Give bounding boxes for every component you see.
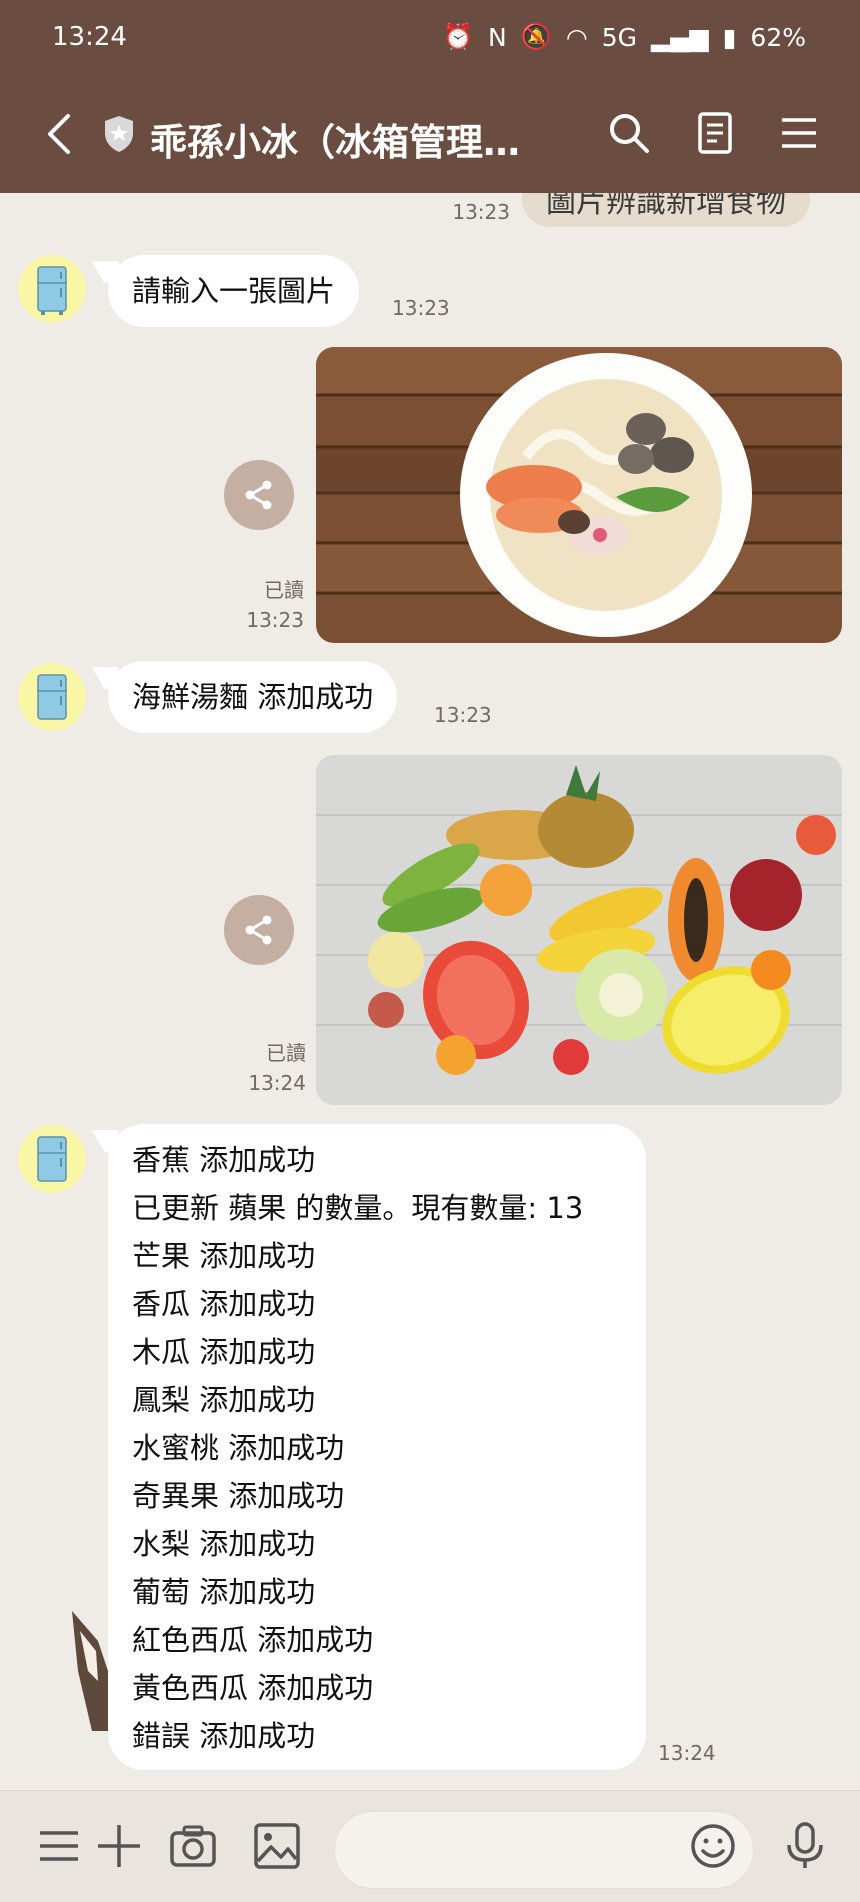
share-button[interactable] [224,895,294,965]
list-item: 鳳梨 添加成功 [132,1383,316,1417]
chat-title: 乖孫小冰（冰箱管理系… [150,121,550,164]
verified-shield-icon [105,116,133,152]
fruits-photo[interactable] [316,755,842,1105]
battery-icon: ▮ [722,22,737,52]
bot-message-time: 13:23 [434,703,492,727]
list-item: 香瓜 添加成功 [132,1287,316,1321]
fridge-icon [37,674,67,720]
bot-message-time: 13:23 [392,296,450,320]
microphone-icon[interactable] [780,1821,830,1871]
dog-sticker-peek-icon [72,1611,108,1731]
seafood-noodle-image [316,347,842,643]
fruits-image [316,755,842,1105]
chat-header: 乖孫小冰（冰箱管理系… [0,92,860,176]
top-bar: 13:24 ⏰ N 🔕 ◠ 5G ▂▄▆ ▮ 62% 乖孫小冰（冰箱管理系… [0,0,860,193]
share-icon [245,480,272,510]
read-receipt: 已讀 [266,1041,306,1065]
gallery-icon[interactable] [252,1821,302,1871]
more-menu-icon[interactable] [34,1821,84,1871]
bot-message-bubble[interactable]: 請輸入一張圖片 [108,255,360,327]
network-label: 5G [601,22,637,52]
status-icons: ⏰ N 🔕 ◠ 5G ▂▄▆ ▮ 62% [443,22,806,52]
camera-icon[interactable] [168,1821,218,1871]
share-button[interactable] [224,460,294,530]
nfc-icon: N [488,22,507,52]
sent-message-text: 圖片辨識新增食物 [546,193,786,220]
bot-message-text: 請輸入一張圖片 [132,274,336,308]
plus-icon[interactable] [94,1821,144,1871]
list-item: 芒果 添加成功 [132,1239,316,1273]
sent-message-bubble[interactable]: 圖片辨識新增食物 [522,193,810,227]
seafood-noodle-photo[interactable] [316,347,842,643]
notes-icon[interactable] [692,110,738,156]
photo-time: 13:24 [248,1071,306,1095]
share-icon [245,915,272,945]
input-bar [0,1790,860,1902]
list-item: 木瓜 添加成功 [132,1335,316,1369]
fridge-icon [37,266,67,315]
list-item: 奇異果 添加成功 [132,1479,345,1513]
bot-avatar[interactable] [18,1125,86,1193]
bot-message-time: 13:24 [658,1741,716,1765]
list-item: 錯誤 添加成功 [132,1719,316,1753]
bot-message-text: 海鮮湯麵 添加成功 [132,680,374,714]
list-item: 水蜜桃 添加成功 [132,1431,345,1465]
list-item: 紅色西瓜 添加成功 [132,1623,374,1657]
list-item: 葡萄 添加成功 [132,1575,316,1609]
added-items-list: 香蕉 添加成功 已更新 蘋果 的數量。現有數量: 13 芒果 添加成功 香瓜 添… [132,1124,622,1770]
emoji-icon[interactable] [688,1821,738,1871]
status-time: 13:24 [52,22,127,52]
read-receipt: 已讀 [264,578,304,602]
chat-area[interactable]: 圖片辨識新增食物 13:23 請輸入一張圖片 13:23 已讀 13:23 海鮮… [0,193,860,1790]
fridge-icon [37,1136,67,1182]
photo-time: 13:23 [246,608,304,632]
wifi-icon: ◠ [565,22,588,52]
alarm-icon: ⏰ [442,22,475,51]
bot-multiline-bubble[interactable]: 香蕉 添加成功 已更新 蘋果 的數量。現有數量: 13 芒果 添加成功 香瓜 添… [108,1124,646,1770]
list-item: 水梨 添加成功 [132,1527,316,1561]
sent-message-time: 13:23 [452,200,510,224]
back-icon[interactable] [40,110,80,158]
signal-icon: ▂▄▆ [650,22,709,52]
list-item: 香蕉 添加成功 [132,1143,316,1177]
list-item: 黃色西瓜 添加成功 [132,1671,374,1705]
bot-avatar[interactable] [18,663,86,731]
bot-message-bubble[interactable]: 海鮮湯麵 添加成功 [108,661,398,733]
list-item: 已更新 蘋果 的數量。現有數量: 13 [132,1191,584,1225]
mute-icon: 🔕 [520,22,552,51]
status-bar: 13:24 ⏰ N 🔕 ◠ 5G ▂▄▆ ▮ 62% [0,0,860,78]
battery-level: 62% [750,22,806,52]
menu-icon[interactable] [776,110,822,156]
search-icon[interactable] [606,110,652,156]
bot-avatar[interactable] [18,255,86,323]
